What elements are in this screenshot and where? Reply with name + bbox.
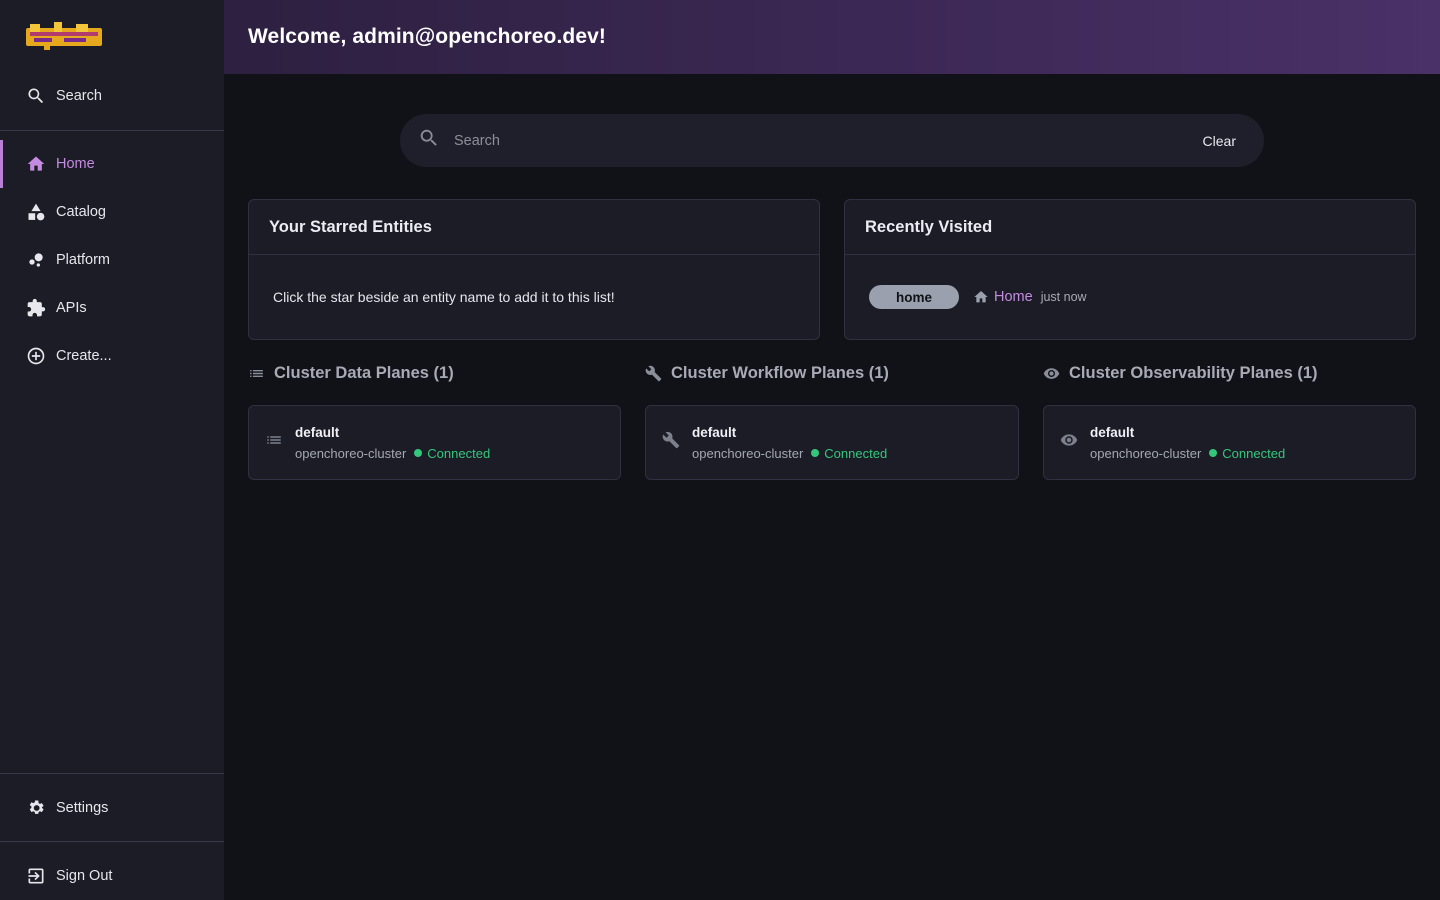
bubbles-icon — [26, 250, 46, 270]
sidebar-divider — [0, 773, 224, 774]
list-icon — [250, 369, 263, 378]
wrench-icon — [662, 431, 680, 454]
status-dot-icon — [414, 449, 423, 457]
section-title-data-planes: Cluster Data Planes (1) — [248, 364, 454, 383]
search-input[interactable] — [454, 132, 1203, 149]
search-bar: Clear — [400, 114, 1264, 167]
recent-visit-time: just now — [1040, 290, 1087, 304]
add-circle-icon — [26, 346, 46, 366]
gear-icon — [26, 798, 46, 818]
clear-button[interactable]: Clear — [1203, 133, 1236, 149]
category-icon — [26, 202, 46, 222]
page-title: Welcome, admin@openchoreo.dev! — [248, 25, 606, 48]
sidebar-item-platform[interactable]: Platform — [0, 236, 224, 284]
sidebar-item-apis[interactable]: APIs — [0, 284, 224, 332]
sidebar-search-label: Search — [56, 88, 102, 104]
section-title-observability-planes: Cluster Observability Planes (1) — [1043, 364, 1318, 383]
status-dot-icon — [1209, 449, 1218, 457]
sidebar-item-label: Home — [56, 156, 95, 172]
sidebar-item-label: Platform — [56, 252, 110, 268]
plane-cluster: openchoreo-cluster — [1090, 445, 1202, 461]
wrench-icon — [645, 365, 662, 382]
section-title-label: Cluster Data Planes (1) — [274, 364, 454, 382]
plane-cluster: openchoreo-cluster — [295, 445, 407, 461]
sidebar-item-label: Catalog — [56, 204, 106, 220]
recent-visit-link[interactable]: Home — [973, 289, 1033, 305]
observability-plane-card[interactable]: default openchoreo-cluster Connected — [1043, 405, 1416, 480]
sidebar-item-label: Settings — [56, 800, 109, 816]
sidebar: Search Home Catalog Platform APIs Create… — [0, 0, 224, 900]
starred-entities-title: Your Starred Entities — [249, 200, 819, 255]
section-title-label: Cluster Workflow Planes (1) — [671, 364, 889, 382]
search-icon — [418, 127, 440, 154]
page-header: Welcome, admin@openchoreo.dev! — [224, 0, 1440, 74]
sidebar-item-label: Sign Out — [56, 868, 113, 884]
sidebar-item-label: APIs — [56, 300, 87, 316]
sidebar-search[interactable]: Search — [0, 72, 224, 120]
home-icon — [974, 291, 988, 303]
recent-visit-label: Home — [994, 289, 1033, 305]
status-badge: Connected — [824, 445, 888, 461]
puzzle-icon — [26, 298, 46, 318]
plane-name: default — [1090, 424, 1135, 440]
sidebar-item-catalog[interactable]: Catalog — [0, 188, 224, 236]
status-badge: Connected — [1222, 445, 1286, 461]
data-plane-card[interactable]: default openchoreo-cluster Connected — [248, 405, 621, 480]
app-logo-icon[interactable] — [24, 18, 104, 52]
sidebar-divider — [0, 130, 224, 131]
eye-icon — [1060, 431, 1078, 454]
status-dot-icon — [811, 449, 820, 457]
workflow-plane-card[interactable]: default openchoreo-cluster Connected — [645, 405, 1019, 480]
home-icon — [26, 154, 46, 174]
section-title-label: Cluster Observability Planes (1) — [1069, 364, 1318, 382]
plane-cluster: openchoreo-cluster — [692, 445, 804, 461]
recently-visited-title: Recently Visited — [845, 200, 1415, 255]
recently-visited-card: Recently Visited home Home just now — [844, 199, 1416, 340]
plane-name: default — [295, 424, 340, 440]
plane-name: default — [692, 424, 737, 440]
section-title-workflow-planes: Cluster Workflow Planes (1) — [645, 364, 889, 383]
list-icon — [265, 431, 283, 454]
sidebar-item-home[interactable]: Home — [0, 140, 224, 188]
sidebar-item-create[interactable]: Create... — [0, 332, 224, 380]
status-badge: Connected — [427, 445, 491, 461]
starred-entities-empty-text: Click the star beside an entity name to … — [273, 289, 615, 305]
sidebar-item-settings[interactable]: Settings — [0, 784, 224, 832]
starred-entities-card: Your Starred Entities Click the star bes… — [248, 199, 820, 340]
sidebar-item-sign-out[interactable]: Sign Out — [0, 852, 224, 900]
entity-kind-chip: home — [869, 285, 959, 309]
eye-icon — [1043, 368, 1060, 379]
sidebar-divider — [0, 841, 224, 842]
recent-visit-row: home Home just now — [845, 255, 1415, 339]
sidebar-item-label: Create... — [56, 348, 112, 364]
logout-icon — [26, 866, 46, 886]
search-icon — [26, 86, 46, 106]
